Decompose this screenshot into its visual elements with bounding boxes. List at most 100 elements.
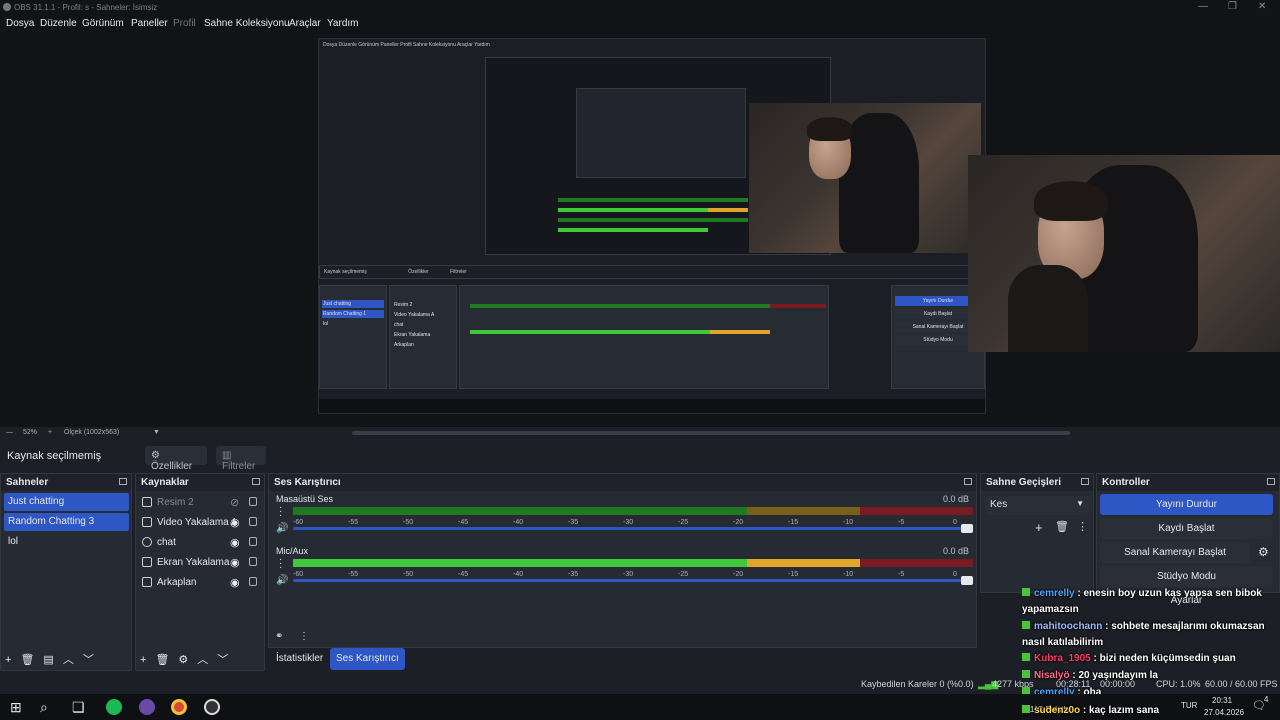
menu-paneller[interactable]: Paneller bbox=[131, 18, 168, 29]
more-vertical-icon[interactable]: · · · bbox=[279, 555, 282, 573]
meter-tick-label: -55 bbox=[348, 519, 359, 526]
source-label: Arkaplan bbox=[157, 577, 197, 588]
minimize-icon[interactable]: — bbox=[1198, 1, 1208, 12]
chat-user: cemrelly bbox=[1034, 588, 1075, 599]
button-label: Stüdyo Modu bbox=[1157, 571, 1216, 582]
filters-button[interactable]: ▥ Filtreler bbox=[216, 446, 266, 472]
add-source-icon[interactable]: + bbox=[140, 654, 146, 666]
lock-icon[interactable] bbox=[249, 517, 257, 526]
move-up-icon[interactable]: ︿ bbox=[63, 654, 74, 666]
volume-slider[interactable] bbox=[293, 576, 973, 585]
undock-icon[interactable] bbox=[1267, 478, 1275, 485]
add-scene-icon[interactable]: + bbox=[5, 654, 11, 666]
meter-tick-label: -35 bbox=[568, 519, 579, 526]
volume-slider[interactable] bbox=[293, 524, 973, 533]
menu-dosya[interactable]: Dosya bbox=[6, 18, 34, 29]
eye-icon[interactable]: ◉ bbox=[230, 536, 240, 549]
speaker-icon[interactable]: 🔊 bbox=[276, 523, 288, 534]
eye-icon[interactable]: ◉ bbox=[230, 516, 240, 529]
spotify-icon[interactable] bbox=[106, 699, 122, 715]
source-label: Resim 2 bbox=[157, 497, 194, 508]
discord-icon[interactable] bbox=[139, 699, 155, 715]
inner-meter bbox=[558, 218, 748, 222]
virtual-camera-button[interactable]: Sanal Kamerayı Başlat bbox=[1100, 542, 1250, 563]
source-item-chat[interactable]: chat ◉ bbox=[140, 534, 264, 552]
badge-icon bbox=[1022, 670, 1030, 678]
slider-knob[interactable] bbox=[961, 524, 973, 533]
source-item-arkaplan[interactable]: Arkaplan ◉ bbox=[140, 574, 264, 592]
inner-meter bbox=[470, 304, 770, 308]
controls-title-text: Kontroller bbox=[1102, 477, 1150, 488]
lock-icon[interactable] bbox=[249, 497, 257, 506]
add-icon[interactable]: + bbox=[1035, 520, 1043, 535]
filter-icon[interactable]: ▤ bbox=[43, 654, 53, 666]
more-vertical-icon[interactable]: ⋮ bbox=[1077, 520, 1088, 533]
volume-meter bbox=[293, 559, 973, 567]
undock-icon[interactable] bbox=[119, 478, 127, 485]
close-icon[interactable]: ✕ bbox=[1258, 1, 1266, 12]
source-item-ekran[interactable]: Ekran Yakalama ◉ bbox=[140, 554, 264, 572]
tab-audio-mixer[interactable]: Ses Karıştırıcı bbox=[330, 648, 405, 670]
chevron-down-icon[interactable]: ▼ bbox=[153, 429, 160, 436]
move-down-icon[interactable]: ﹀ bbox=[83, 654, 94, 666]
zoom-in-icon[interactable]: + bbox=[48, 429, 52, 436]
menu-sahne-koleksiyonu[interactable]: Sahne Koleksiyonu bbox=[204, 18, 290, 29]
more-vertical-icon[interactable]: · · · bbox=[279, 503, 282, 521]
window-title: OBS 31.1.1 - Profil: s - Sahneler: İsims… bbox=[14, 3, 158, 12]
chrome-icon[interactable] bbox=[171, 699, 187, 715]
inner-source: chat bbox=[394, 322, 404, 328]
scene-item-random-chatting[interactable]: Random Chatting 3 bbox=[4, 513, 129, 531]
studio-mode-button[interactable]: Stüdyo Modu bbox=[1100, 566, 1273, 587]
inner-source: Ekran Yakalama bbox=[394, 332, 431, 338]
zoom-out-icon[interactable]: — bbox=[6, 429, 13, 436]
menu-gorunum[interactable]: Görünüm bbox=[82, 18, 124, 29]
start-recording-button[interactable]: Kaydı Başlat bbox=[1100, 518, 1273, 539]
gear-icon[interactable]: ⚙ bbox=[178, 654, 188, 666]
trash-icon[interactable]: 🗑 bbox=[1055, 520, 1069, 533]
eye-icon[interactable]: ◉ bbox=[230, 556, 240, 569]
menu-duzenle[interactable]: Düzenle bbox=[40, 18, 77, 29]
source-item-resim[interactable]: Resim 2 ⊘ bbox=[140, 494, 264, 512]
move-down-icon[interactable]: ﹀ bbox=[217, 654, 228, 666]
undock-icon[interactable] bbox=[964, 478, 972, 485]
lock-icon[interactable] bbox=[249, 577, 257, 586]
slider-knob[interactable] bbox=[961, 576, 973, 585]
undock-icon[interactable] bbox=[1081, 478, 1089, 485]
stop-stream-button[interactable]: Yayını Durdur bbox=[1100, 494, 1273, 515]
lock-icon[interactable] bbox=[249, 537, 257, 546]
scene-label: lol bbox=[8, 536, 19, 547]
scene-item-just-chatting[interactable]: Just chatting bbox=[4, 493, 129, 511]
tab-stats[interactable]: İstatistikler bbox=[270, 648, 329, 670]
windows-start-icon[interactable]: ⊞ bbox=[10, 699, 22, 716]
preview-scrollbar[interactable] bbox=[352, 431, 1070, 435]
inner-filters: Filtreler bbox=[450, 269, 467, 275]
menu-araclar[interactable]: Araçlar bbox=[289, 18, 321, 29]
eye-hidden-icon[interactable]: ⊘ bbox=[230, 496, 239, 509]
move-up-icon[interactable]: ︿ bbox=[197, 654, 208, 666]
transition-select[interactable]: Kes ▼ bbox=[985, 496, 1089, 515]
properties-button[interactable]: ⚙ Özellikler bbox=[145, 446, 207, 472]
trash-icon[interactable]: 🗑 bbox=[20, 654, 34, 666]
maximize-icon[interactable]: ❐ bbox=[1228, 1, 1237, 12]
gear-icon[interactable]: ⚙ bbox=[1258, 545, 1269, 559]
menu-yardim[interactable]: Yardım bbox=[327, 18, 359, 29]
meter-tick-label: -15 bbox=[788, 519, 799, 526]
scene-item-lol[interactable]: lol bbox=[4, 533, 129, 551]
inner-mixer bbox=[459, 285, 829, 389]
meter-tick-label: -35 bbox=[568, 571, 579, 578]
source-item-video[interactable]: Video Yakalama A ◉ bbox=[140, 514, 264, 532]
lock-icon[interactable] bbox=[249, 557, 257, 566]
trash-icon[interactable]: 🗑 bbox=[155, 654, 169, 666]
task-view-icon[interactable]: ❏ bbox=[72, 699, 85, 716]
speaker-icon[interactable]: 🔊 bbox=[276, 575, 288, 586]
more-vertical-icon[interactable]: ⋮ bbox=[299, 631, 309, 642]
obs-icon[interactable] bbox=[204, 699, 220, 715]
undock-icon[interactable] bbox=[252, 478, 260, 485]
menu-profil[interactable]: Profil bbox=[173, 18, 196, 29]
meter-tick-label: -45 bbox=[458, 571, 469, 578]
eye-icon[interactable]: ◉ bbox=[230, 576, 240, 589]
inner-meter bbox=[470, 330, 710, 334]
link-icon[interactable]: ⚭ bbox=[275, 631, 283, 642]
monitor-icon bbox=[142, 557, 152, 567]
search-icon[interactable]: ⌕ bbox=[40, 699, 48, 716]
